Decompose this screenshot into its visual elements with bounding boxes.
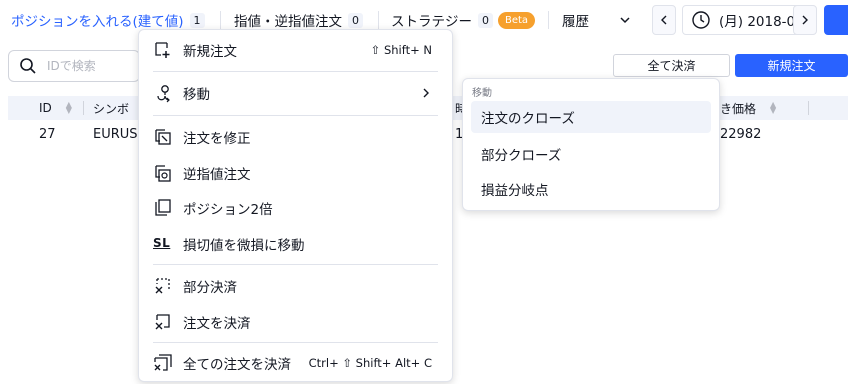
search-icon [20, 58, 36, 74]
clock-icon [692, 11, 710, 29]
new-order-button[interactable]: 新規注文 [735, 54, 848, 77]
chevron-left-icon [661, 15, 667, 25]
chevron-right-icon [423, 88, 429, 98]
menu-item-modify-order[interactable]: 注文を修正 [139, 120, 452, 154]
tab-count: 1 [189, 12, 205, 28]
chevron-down-icon[interactable] [617, 12, 633, 28]
menu-item-move-stop-to-breakeven[interactable]: SL 損切値を微損に移動 [139, 227, 452, 261]
tab-history[interactable]: 履歴 [562, 0, 589, 40]
column-label: ID [39, 101, 52, 115]
divider [378, 11, 379, 29]
column-label: き価格 [720, 101, 757, 116]
tab-count: 0 [478, 12, 493, 28]
submenu-item-breakeven[interactable]: 損益分岐点 [471, 173, 711, 205]
column-header-symbol[interactable]: シンボ [93, 96, 129, 120]
close-order-icon [155, 314, 170, 330]
menu-item-label: 注文を修正 [183, 131, 251, 147]
shortcut: ⇧ Shift+ N [370, 43, 432, 57]
shortcut: Ctrl+ ⇧ Shift+ Alt+ C [308, 356, 432, 370]
menu-item-double-position[interactable]: ポジション2倍 [139, 191, 452, 225]
menu-item-label: 損切値を微損に移動 [183, 238, 305, 254]
sort-icon: ▲ ▼ [770, 100, 777, 115]
beta-badge: Beta [498, 11, 536, 29]
tab-label: 指値・逆指値注文 [234, 14, 342, 30]
menu-item-label: 注文を決済 [183, 316, 251, 332]
menu-item-label: 逆指値注文 [183, 167, 251, 183]
search-box[interactable] [8, 50, 140, 82]
stop-order-icon [155, 165, 171, 182]
close-all-orders-icon [154, 354, 172, 371]
partial-close-icon [155, 278, 170, 294]
tab-label: ポジションを入れる(建て値) [11, 14, 184, 30]
double-position-icon [155, 199, 171, 216]
search-input[interactable] [47, 59, 137, 73]
submenu-item-close-order[interactable]: 注文のクローズ [471, 101, 711, 133]
menu-item-close-all-orders[interactable]: 全ての注文を決済 Ctrl+ ⇧ Shift+ Alt+ C [139, 346, 452, 380]
menu-item-label: 部分決済 [183, 280, 237, 296]
menu-divider [153, 342, 438, 343]
tab-label: 履歴 [562, 14, 589, 30]
menu-divider [153, 71, 438, 72]
column-header-price[interactable]: き価格 ▲ ▼ [720, 96, 776, 120]
menu-item-close-order[interactable]: 注文を決済 [139, 305, 452, 339]
submenu-item-partial-close[interactable]: 部分クローズ [471, 138, 711, 170]
menu-item-label: 全ての注文を決済 [183, 357, 291, 373]
tab-count: 0 [348, 12, 363, 28]
prev-date-button[interactable] [652, 5, 676, 35]
sort-icon: ▲ ▼ [65, 100, 72, 115]
new-order-icon [155, 42, 170, 58]
menu-divider [153, 115, 438, 116]
menu-divider [153, 264, 438, 265]
menu-item-label: 移動 [183, 87, 210, 103]
chevron-right-icon [802, 15, 808, 25]
close-all-button[interactable]: 全て決済 [613, 54, 730, 77]
column-divider[interactable] [83, 101, 84, 115]
next-date-button[interactable] [793, 5, 817, 35]
divider [220, 11, 221, 29]
column-label: シンボ [93, 101, 130, 116]
sl-icon: SL [153, 236, 171, 250]
menu-item-label: 新規注文 [183, 44, 237, 60]
context-menu: 新規注文 ⇧ Shift+ N 移動 注文を修正 逆指値注文 ポジション2倍 S… [138, 29, 453, 382]
menu-item-partial-close[interactable]: 部分決済 [139, 269, 452, 303]
column-divider[interactable] [808, 101, 809, 115]
menu-item-label: ポジション2倍 [183, 202, 273, 218]
cell-id: 27 [39, 126, 56, 142]
cell-price: 22982 [720, 126, 762, 142]
primary-top-button[interactable] [824, 5, 848, 35]
cell-symbol: EURUS [93, 126, 138, 142]
modify-order-icon [155, 129, 171, 145]
menu-item-new-order[interactable]: 新規注文 ⇧ Shift+ N [139, 33, 452, 67]
menu-item-stop-order[interactable]: 逆指値注文 [139, 156, 452, 190]
menu-item-move[interactable]: 移動 [139, 76, 452, 110]
submenu-title: 移動 [472, 88, 492, 99]
column-header-id[interactable]: ID ▲ ▼ [39, 96, 72, 120]
divider [548, 11, 549, 29]
date-text: (月) 2018-0 [719, 14, 796, 30]
move-icon [157, 85, 170, 103]
move-submenu: 移動 注文のクローズ 部分クローズ 損益分岐点 [462, 78, 720, 211]
tab-label: ストラテジー [391, 14, 472, 30]
